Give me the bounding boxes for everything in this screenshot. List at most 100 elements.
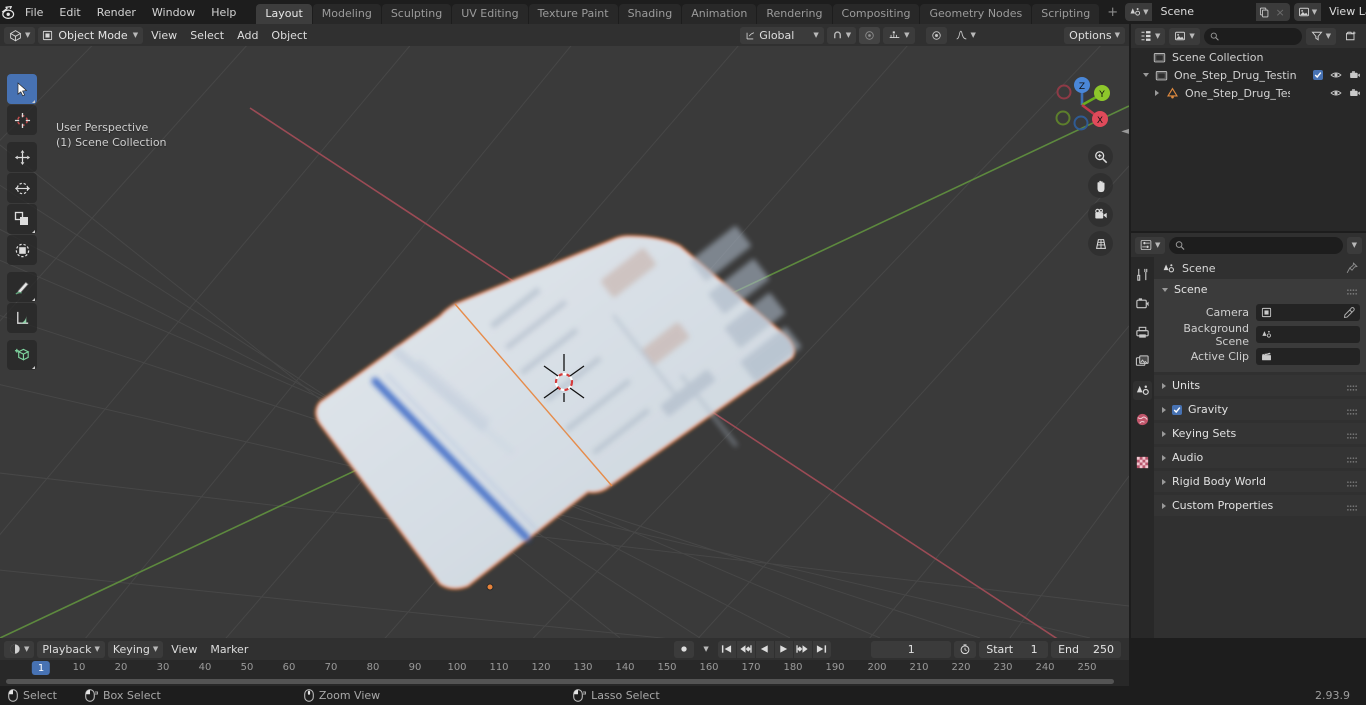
drug-testing-kit-object[interactable] xyxy=(0,46,1129,638)
proportional-edit-toggle[interactable] xyxy=(859,26,881,44)
tab-compositing[interactable]: Compositing xyxy=(832,4,920,24)
menu-window[interactable]: Window xyxy=(144,3,203,22)
falloff-curve-dropdown[interactable]: ▼ xyxy=(950,27,981,44)
tweak-tool[interactable] xyxy=(7,74,37,104)
tab-geometry-nodes[interactable]: Geometry Nodes xyxy=(920,4,1032,24)
timeline-editor-icon[interactable]: ▼ xyxy=(4,640,35,658)
add-workspace-button[interactable]: + xyxy=(1100,2,1125,23)
tool-tab[interactable] xyxy=(1133,265,1152,284)
tab-layout[interactable]: Layout xyxy=(256,4,312,24)
tab-uv-editing[interactable]: UV Editing xyxy=(452,4,528,24)
render-tab[interactable] xyxy=(1133,294,1152,313)
camera-field[interactable] xyxy=(1256,304,1360,321)
current-frame-field[interactable]: 1 xyxy=(871,640,952,658)
blender-logo-icon[interactable] xyxy=(0,0,17,24)
camera-icon[interactable] xyxy=(1349,69,1361,81)
outliner-search-input[interactable] xyxy=(1203,27,1302,45)
menu-help[interactable]: Help xyxy=(203,3,244,22)
transform-tool[interactable] xyxy=(7,235,37,265)
expand-triangle-icon[interactable] xyxy=(1143,73,1149,77)
timeline-menu-view[interactable]: View xyxy=(166,641,202,658)
tab-animation[interactable]: Animation xyxy=(682,4,757,24)
panel-header-units[interactable]: Units xyxy=(1154,375,1366,396)
properties-search-input[interactable] xyxy=(1169,236,1343,254)
panel-header-audio[interactable]: Audio xyxy=(1154,447,1366,468)
properties-search-field[interactable] xyxy=(1189,238,1337,252)
view-layer-name[interactable]: View Layer xyxy=(1321,3,1366,21)
snap-elements-dropdown[interactable]: ▼ xyxy=(883,26,915,44)
camera-view-icon[interactable] xyxy=(1088,202,1113,227)
options-dropdown[interactable]: Options ▼ xyxy=(1064,26,1125,44)
menu-edit[interactable]: Edit xyxy=(51,3,88,22)
measure-tool[interactable] xyxy=(7,303,37,333)
tab-modeling[interactable]: Modeling xyxy=(312,4,381,24)
output-tab[interactable] xyxy=(1133,323,1152,342)
timeline-menu-keying[interactable]: Keying ▼ xyxy=(107,640,164,658)
frame-end-fields[interactable]: End 250 xyxy=(1051,640,1121,658)
play-icon[interactable] xyxy=(774,640,793,658)
cursor-tool[interactable] xyxy=(7,105,37,135)
scale-tool[interactable] xyxy=(7,204,37,234)
play-reverse-icon[interactable] xyxy=(755,640,774,658)
outliner-row-scene-collection[interactable]: Scene Collection xyxy=(1131,48,1366,66)
transform-orientation-dropdown[interactable]: Global ▼ xyxy=(740,26,824,44)
panel-header-custom-properties[interactable]: Custom Properties xyxy=(1154,495,1366,516)
properties-editor-icon[interactable]: ▼ xyxy=(1135,236,1166,254)
eye-icon[interactable] xyxy=(1330,87,1342,99)
record-keyframes-icon[interactable] xyxy=(674,640,695,658)
frame-range-fields[interactable]: Start 1 xyxy=(979,640,1049,658)
scene-icon[interactable]: ▼ xyxy=(1125,3,1153,21)
annotate-tool[interactable] xyxy=(7,272,37,302)
rotate-tool[interactable] xyxy=(7,173,37,203)
new-collection-icon[interactable] xyxy=(1340,28,1362,45)
timeline-ruler[interactable]: 1 10 20 30 40 50 60 70 80 90 100 110 120… xyxy=(0,660,1129,678)
view-layer-icon[interactable]: ▼ xyxy=(1293,3,1322,21)
end-value[interactable]: 250 xyxy=(1086,643,1121,656)
toggle-perspective-icon[interactable] xyxy=(1088,231,1113,256)
outliner-display-mode-icon[interactable]: ▼ xyxy=(1135,27,1166,45)
view-layer-selector[interactable]: ▼ View Layer × xyxy=(1293,3,1366,21)
new-scene-icon[interactable] xyxy=(1259,7,1270,18)
viewport-menu-view[interactable]: View xyxy=(146,27,182,44)
keying-mode-dropdown[interactable]: ▼ xyxy=(698,641,713,658)
camera-icon[interactable] xyxy=(1349,87,1361,99)
eye-icon[interactable] xyxy=(1330,69,1342,81)
scene-name[interactable]: Scene xyxy=(1152,3,1257,21)
scene-tab[interactable] xyxy=(1133,381,1152,400)
filter-funnel-icon[interactable]: ▼ xyxy=(1305,27,1336,45)
panel-header-scene[interactable]: Scene xyxy=(1154,279,1366,300)
texture-tab[interactable] xyxy=(1133,453,1152,472)
panel-header-gravity[interactable]: Gravity xyxy=(1154,399,1366,420)
timeline-scrollbar[interactable] xyxy=(0,678,1129,685)
menu-file[interactable]: File xyxy=(17,3,51,22)
tab-shading[interactable]: Shading xyxy=(618,4,682,24)
gravity-checkbox[interactable] xyxy=(1172,404,1182,415)
sidebar-toggle-arrow-icon[interactable]: ◄ xyxy=(1121,126,1129,137)
filter-id-icon[interactable]: ▼ xyxy=(1169,27,1200,45)
3d-viewport[interactable]: User Perspective (1) Scene Collection Z … xyxy=(0,46,1129,638)
timeline-menu-playback[interactable]: Playback ▼ xyxy=(37,640,105,658)
panel-header-rigid-body-world[interactable]: Rigid Body World xyxy=(1154,471,1366,492)
proportional-falloff-toggle[interactable] xyxy=(925,26,947,44)
add-cube-tool[interactable] xyxy=(7,340,37,370)
jump-to-start-icon[interactable] xyxy=(717,640,736,658)
timeline-menu-marker[interactable]: Marker xyxy=(205,641,253,658)
navigation-gizmo[interactable]: Z Y X xyxy=(1045,68,1119,142)
viewlayer-tab[interactable] xyxy=(1133,352,1152,371)
pin-icon[interactable] xyxy=(1346,262,1358,274)
jump-next-keyframe-icon[interactable] xyxy=(793,640,812,658)
unlink-scene-icon[interactable]: × xyxy=(1273,6,1286,19)
scene-selector[interactable]: ▼ Scene × xyxy=(1125,3,1290,21)
tab-rendering[interactable]: Rendering xyxy=(757,4,832,24)
properties-options-dropdown[interactable]: ▼ xyxy=(1346,236,1362,254)
viewport-menu-add[interactable]: Add xyxy=(232,27,263,44)
world-tab[interactable] xyxy=(1133,410,1152,429)
panel-header-keying-sets[interactable]: Keying Sets xyxy=(1154,423,1366,444)
tab-texture-paint[interactable]: Texture Paint xyxy=(528,4,618,24)
eyedropper-icon[interactable] xyxy=(1343,306,1355,319)
auto-keying-icon[interactable] xyxy=(954,640,977,658)
viewport-menu-select[interactable]: Select xyxy=(185,27,229,44)
active-clip-field[interactable] xyxy=(1256,348,1360,365)
start-value[interactable]: 1 xyxy=(1020,643,1048,656)
editor-type-3dview-icon[interactable]: ▼ xyxy=(4,26,36,44)
